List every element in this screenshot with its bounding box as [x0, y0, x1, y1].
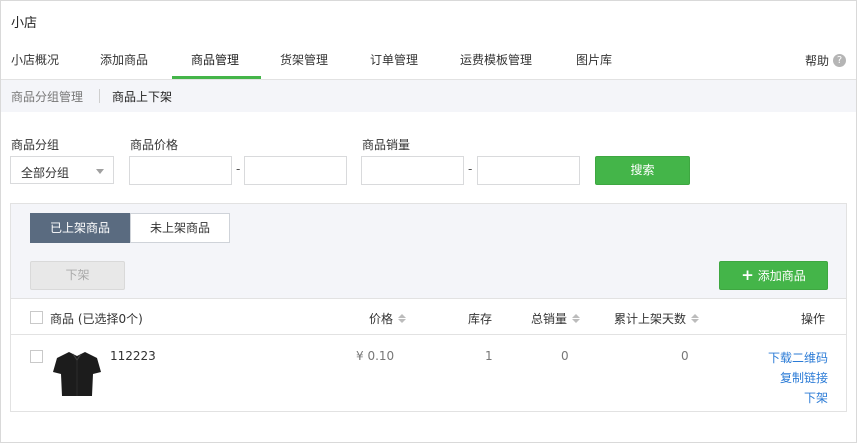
tab-shipping-template[interactable]: 运费模板管理: [460, 51, 532, 68]
price-range-separator: -: [236, 162, 241, 176]
tab-image-library[interactable]: 图片库: [576, 51, 612, 68]
help-link[interactable]: 帮助 ?: [805, 52, 846, 69]
help-label: 帮助: [804, 54, 829, 68]
segment-off-shelf[interactable]: 未上架商品: [130, 213, 230, 243]
plus-icon: +: [741, 266, 754, 284]
question-icon: ?: [833, 54, 846, 67]
header-total-sales-label: 总销量: [531, 312, 568, 326]
select-all-checkbox[interactable]: [30, 311, 43, 324]
tab-order-management[interactable]: 订单管理: [370, 51, 418, 68]
sub-nav: 商品分组管理 商品上下架: [1, 80, 856, 112]
header-product: 商品 (已选择0个): [50, 312, 143, 326]
product-days: 0: [681, 349, 689, 363]
header-operation: 操作: [801, 312, 826, 326]
price-filter-label: 商品价格: [130, 138, 179, 152]
active-tab-underline: [172, 76, 261, 79]
sort-icon: [572, 314, 581, 323]
header-days-on-shelf[interactable]: 累计上架天数: [614, 310, 700, 327]
main-nav: 小店概况 添加商品 商品管理 货架管理 订单管理 运费模板管理 图片库 帮助 ?: [1, 45, 856, 80]
add-product-label: 添加商品: [757, 269, 806, 283]
subnav-shelf-onoff[interactable]: 商品上下架: [112, 88, 172, 105]
row-take-down-link[interactable]: 下架: [804, 389, 828, 406]
tab-add-product[interactable]: 添加商品: [100, 51, 148, 68]
header-days-label: 累计上架天数: [614, 312, 687, 326]
copy-link-link[interactable]: 复制链接: [780, 369, 828, 386]
header-price[interactable]: 价格: [369, 310, 407, 327]
tab-shelf-management[interactable]: 货架管理: [280, 51, 328, 68]
price-min-input[interactable]: [129, 156, 232, 185]
sales-min-input[interactable]: [361, 156, 464, 185]
search-button[interactable]: 搜索: [595, 156, 690, 185]
group-filter-label: 商品分组: [11, 138, 60, 152]
panel-toolbar: 已上架商品 未上架商品 下架 + 添加商品: [11, 204, 846, 298]
product-shirt-image: [53, 352, 101, 396]
subnav-divider: [99, 89, 100, 103]
price-max-input[interactable]: [244, 156, 347, 185]
add-product-button[interactable]: + 添加商品: [719, 261, 828, 290]
table-header: 商品 (已选择0个) 价格 库存 总销量 累计上架天数 操作: [11, 298, 846, 335]
product-price: ¥ 0.10: [356, 349, 395, 363]
sales-range-separator: -: [468, 162, 473, 176]
tab-store-overview[interactable]: 小店概况: [11, 51, 59, 68]
header-total-sales[interactable]: 总销量: [531, 310, 581, 327]
chevron-down-icon: [96, 169, 104, 174]
download-qrcode-link[interactable]: 下载二维码: [768, 349, 828, 366]
group-select-value: 全部分组: [21, 166, 70, 180]
app-title: 小店: [11, 16, 38, 31]
sort-icon: [398, 314, 407, 323]
subnav-group-management[interactable]: 商品分组管理: [11, 88, 83, 105]
group-select[interactable]: 全部分组: [10, 156, 114, 184]
product-sales: 0: [561, 349, 569, 363]
product-stock: 1: [485, 349, 493, 363]
sort-icon: [691, 314, 700, 323]
header-stock: 库存: [468, 312, 493, 326]
product-name[interactable]: 112223: [110, 349, 156, 363]
header-price-label: 价格: [369, 312, 394, 326]
tab-product-management[interactable]: 商品管理: [191, 51, 239, 68]
app-frame: 小店 小店概况 添加商品 商品管理 货架管理 订单管理 运费模板管理 图片库 帮…: [0, 0, 857, 443]
sales-filter-label: 商品销量: [362, 138, 411, 152]
sales-max-input[interactable]: [477, 156, 580, 185]
segment-on-shelf[interactable]: 已上架商品: [30, 213, 130, 243]
row-checkbox[interactable]: [30, 350, 43, 363]
take-down-button[interactable]: 下架: [30, 261, 125, 290]
product-panel: 已上架商品 未上架商品 下架 + 添加商品 商品 (已选择0个) 价格 库存 总…: [10, 203, 847, 412]
